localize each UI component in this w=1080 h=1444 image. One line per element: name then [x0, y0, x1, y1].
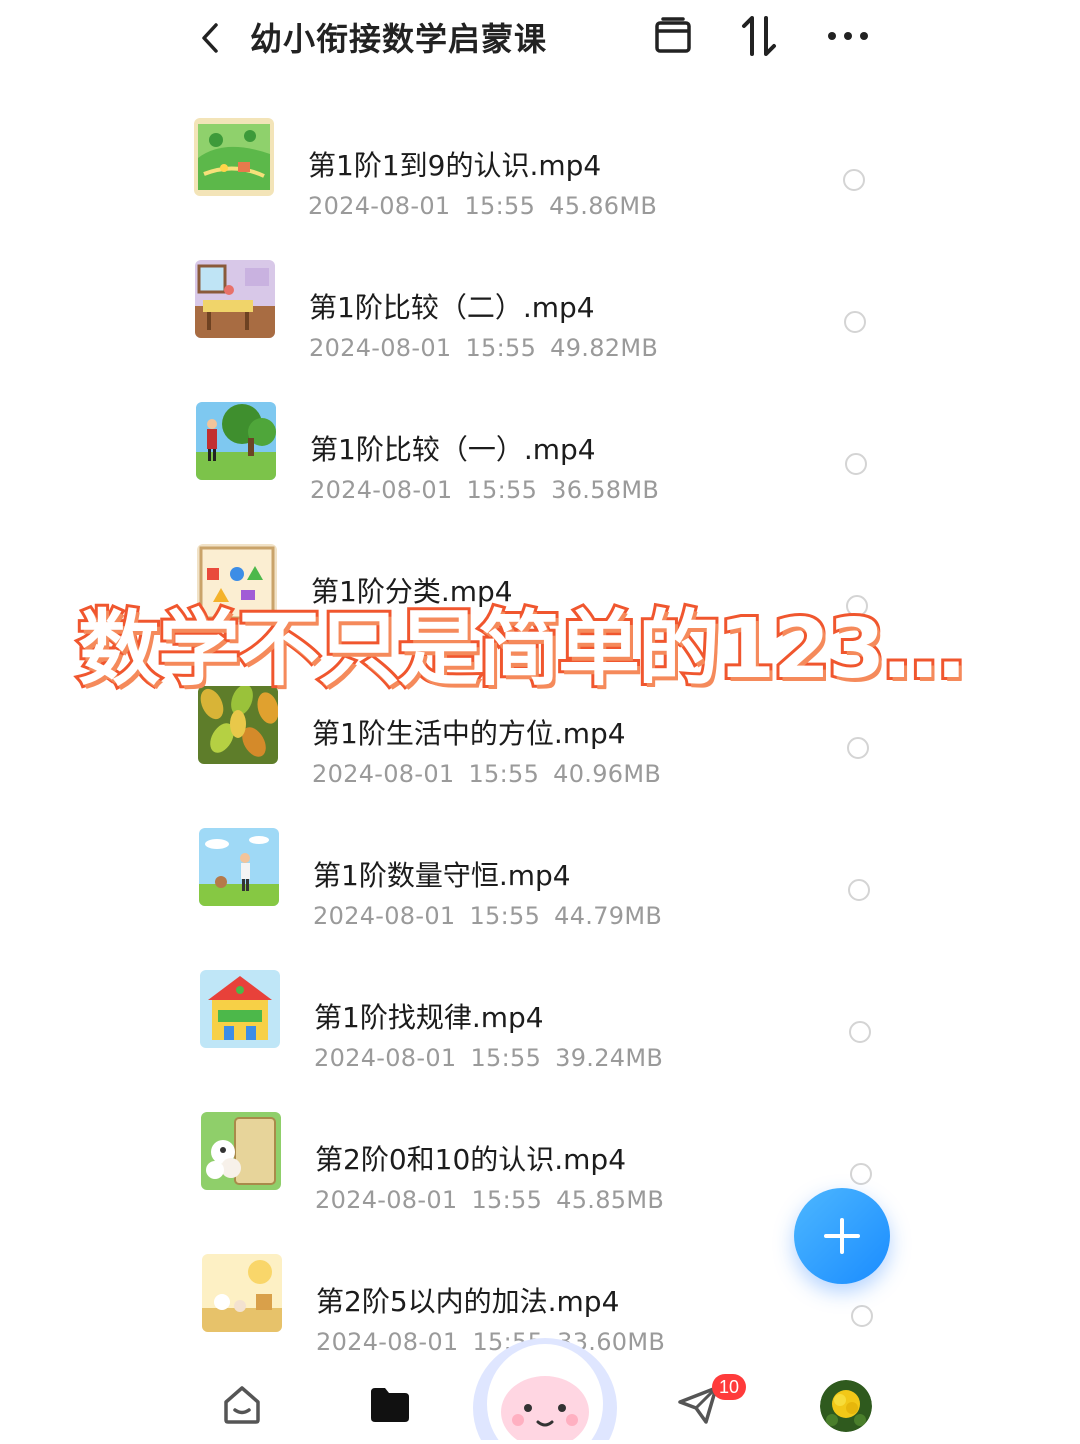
list-item[interactable]: 第1阶比较（二）.mp4 2024-08-01 15:55 49.82MB: [0, 252, 1080, 394]
video-thumbnail: [199, 828, 279, 906]
file-name: 第1阶1到9的认识.mp4: [308, 149, 602, 182]
sort-button[interactable]: [738, 12, 782, 60]
notification-badge: 10: [712, 1374, 746, 1400]
file-meta: 2024-08-01 15:55 36.58MB: [310, 476, 673, 504]
nav-profile[interactable]: [820, 1380, 872, 1432]
profile-avatar: [820, 1380, 872, 1432]
folder-icon: [371, 1388, 409, 1422]
select-radio[interactable]: [845, 453, 867, 475]
list-item[interactable]: 第2阶0和10的认识.mp4 2024-08-01 15:55 45.85MB: [0, 1104, 1080, 1246]
file-date: 2024-08-01: [312, 760, 455, 788]
select-radio[interactable]: [847, 737, 869, 759]
page-title: 幼小衔接数学启蒙课: [250, 20, 548, 58]
file-meta: 2024-08-01 15:55 49.82MB: [309, 334, 672, 362]
mascot-avatar[interactable]: [470, 1334, 620, 1444]
file-size: 40.96MB: [553, 760, 662, 788]
list-item[interactable]: 第1阶1到9的认识.mp4 2024-08-01 15:55 45.86MB: [0, 110, 1080, 252]
video-thumbnail: [200, 970, 280, 1048]
more-button[interactable]: [826, 12, 870, 60]
video-thumbnail: [202, 1254, 282, 1332]
header-bar: 幼小衔接数学启蒙课: [0, 0, 1080, 80]
video-thumbnail: [195, 260, 275, 338]
file-time: 15:55: [468, 760, 540, 788]
window-button[interactable]: [651, 12, 695, 60]
file-name: 第1阶比较（二）.mp4: [309, 291, 595, 324]
file-time: 15:55: [464, 192, 536, 220]
file-date: 2024-08-01: [309, 334, 452, 362]
file-meta: 2024-08-01 15:55 44.79MB: [313, 902, 676, 930]
list-item[interactable]: 第1阶比较（一）.mp4 2024-08-01 15:55 36.58MB: [0, 394, 1080, 536]
select-radio[interactable]: [843, 169, 865, 191]
file-date: 2024-08-01: [313, 902, 456, 930]
file-meta: 2024-08-01 15:55 45.86MB: [308, 192, 671, 220]
add-button[interactable]: [794, 1188, 890, 1284]
file-time: 15:55: [466, 476, 538, 504]
file-name: 第1阶找规律.mp4: [314, 1001, 544, 1034]
file-size: 36.58MB: [551, 476, 660, 504]
file-size: 49.82MB: [550, 334, 659, 362]
back-button[interactable]: [192, 18, 228, 58]
video-thumbnail: [198, 686, 278, 764]
file-size: 45.86MB: [549, 192, 658, 220]
file-time: 15:55: [469, 902, 541, 930]
select-radio[interactable]: [851, 1305, 873, 1327]
file-size: 44.79MB: [554, 902, 663, 930]
file-time: 15:55: [470, 1044, 542, 1072]
file-time: 15:55: [471, 1186, 543, 1214]
video-thumbnail: [194, 118, 274, 196]
select-radio[interactable]: [844, 311, 866, 333]
file-date: 2024-08-01: [314, 1044, 457, 1072]
file-meta: 2024-08-01 15:55 40.96MB: [312, 760, 675, 788]
list-item[interactable]: 第1阶生活中的方位.mp4 2024-08-01 15:55 40.96MB: [0, 678, 1080, 820]
file-date: 2024-08-01: [308, 192, 451, 220]
file-meta: 2024-08-01 15:55 45.85MB: [315, 1186, 678, 1214]
list-item[interactable]: 第1阶找规律.mp4 2024-08-01 15:55 39.24MB: [0, 962, 1080, 1104]
home-icon: [224, 1386, 260, 1424]
select-radio[interactable]: [848, 879, 870, 901]
overlay-caption: 数学不只是简单的123…: [75, 599, 968, 700]
window-icon: [655, 17, 691, 53]
file-name: 第2阶0和10的认识.mp4: [315, 1143, 627, 1176]
video-thumbnail: [196, 402, 276, 480]
file-name: 第1阶比较（一）.mp4: [310, 433, 596, 466]
sort-icon: [742, 16, 776, 56]
file-date: 2024-08-01: [310, 476, 453, 504]
more-icon: [828, 32, 868, 40]
select-radio[interactable]: [849, 1021, 871, 1043]
file-name: 第2阶5以内的加法.mp4: [316, 1285, 620, 1318]
list-item[interactable]: 第1阶数量守恒.mp4 2024-08-01 15:55 44.79MB: [0, 820, 1080, 962]
nav-files[interactable]: [366, 1382, 414, 1426]
file-size: 45.85MB: [556, 1186, 665, 1214]
video-thumbnail: [201, 1112, 281, 1190]
file-date: 2024-08-01: [315, 1186, 458, 1214]
file-meta: 2024-08-01 15:55 39.24MB: [314, 1044, 677, 1072]
select-radio[interactable]: [850, 1163, 872, 1185]
file-name: 第1阶生活中的方位.mp4: [312, 717, 626, 750]
plus-icon: [824, 1218, 860, 1254]
nav-home[interactable]: [218, 1380, 266, 1428]
file-name: 第1阶数量守恒.mp4: [313, 859, 571, 892]
back-chevron-icon: [202, 23, 218, 53]
file-time: 15:55: [465, 334, 537, 362]
file-size: 39.24MB: [555, 1044, 664, 1072]
